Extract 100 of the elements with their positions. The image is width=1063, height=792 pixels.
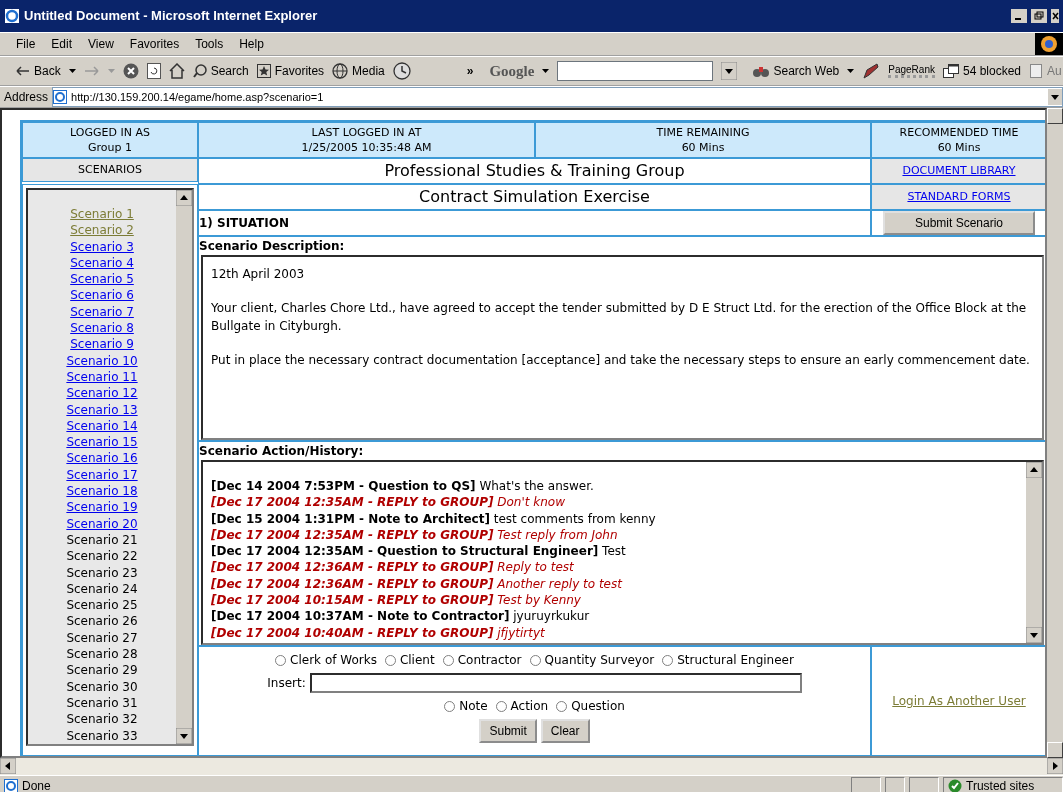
google-logo[interactable]: Google [489, 59, 535, 83]
star-icon [256, 64, 271, 78]
scenario-link[interactable]: Scenario 15 [66, 435, 138, 450]
history-entry: [Dec 17 2004 12:35AM - Question to Structural Engineer] Test [211, 543, 627, 560]
window-title: Untitled Document - Microsoft Internet Explorer [24, 7, 319, 26]
scenario-link[interactable]: Scenario 10 [66, 353, 138, 368]
browser-logo-icon [1035, 33, 1063, 55]
scenario-link[interactable]: Scenario 6 [70, 288, 134, 303]
pencil-icon[interactable] [862, 62, 881, 80]
restore-icon[interactable] [1031, 9, 1047, 23]
scenario-link[interactable]: Scenario 18 [66, 484, 138, 499]
status-pane [851, 777, 881, 792]
back-button[interactable]: Back [16, 62, 61, 80]
search-field[interactable] [557, 61, 714, 81]
submit-scenario-button[interactable]: Submit Scenario [883, 211, 1035, 235]
radio-button[interactable] [529, 654, 541, 666]
menu-item[interactable]: Help [239, 35, 264, 53]
scenario-item: Scenario 22 [66, 549, 138, 564]
radio-button[interactable] [275, 654, 287, 666]
scenario-link[interactable]: Scenario 5 [70, 272, 134, 287]
scenario-link[interactable]: Scenario 12 [66, 386, 138, 401]
history-entry: [Dec 17 2004 12:36AM - REPLY to GROUP] Reply to test [211, 559, 575, 576]
header-value: 60 Mins [680, 140, 726, 155]
scenario-link[interactable]: Scenario 2 [70, 223, 134, 238]
menu-item[interactable]: View [88, 35, 114, 53]
caret-icon[interactable] [542, 69, 550, 73]
caret-icon[interactable] [847, 69, 855, 73]
radio-label: Client [399, 652, 435, 669]
form-button[interactable]: Clear [540, 719, 590, 743]
scroll-right-icon [1047, 758, 1063, 774]
scenario-link[interactable]: Scenario 1 [70, 207, 134, 221]
checkmark-icon [948, 778, 962, 792]
scenario-link[interactable]: Scenario 4 [70, 255, 134, 270]
radio-button[interactable] [495, 700, 507, 712]
insert-label: Insert: [267, 675, 306, 692]
scenario-link[interactable]: Scenario 7 [70, 304, 134, 319]
scenario-link[interactable]: Scenario 9 [70, 337, 134, 352]
menu-item[interactable]: Favorites [129, 35, 180, 53]
scenario-link[interactable]: Scenario 3 [70, 239, 134, 254]
home-icon[interactable] [168, 63, 185, 79]
minimize-icon[interactable] [1011, 9, 1027, 23]
radio-button[interactable] [384, 654, 396, 666]
security-zone: Trusted sites [966, 777, 1035, 792]
menu-item[interactable]: Tools [195, 35, 224, 53]
login-link[interactable]: Login As Another User [892, 692, 1026, 710]
scenario-link[interactable]: Scenario 13 [66, 402, 138, 417]
caret-icon[interactable] [68, 69, 76, 73]
section-heading: 1) SITUATION [199, 215, 289, 232]
search-web-button[interactable]: Search Web [753, 62, 840, 80]
stop-icon[interactable] [122, 63, 139, 79]
scrollbar[interactable] [176, 190, 192, 744]
globe-icon [332, 63, 349, 79]
history-entry: [Dec 17 2004 12:35AM - REPLY to GROUP] Test reply from John [211, 526, 619, 544]
header-label: LOGGED IN AS [69, 125, 151, 140]
description-text: Your client, Charles Chore Ltd., have agreed to accept the tender submitted by D E Struct Ltd. for the erection of the Office Block at the Bullgate in Cityburgh. [211, 300, 1028, 335]
radio-label: Note [459, 698, 488, 715]
scenario-link[interactable]: Scenario 14 [66, 418, 138, 433]
refresh-icon[interactable] [146, 63, 161, 79]
chevron-button[interactable]: » [466, 62, 474, 80]
scrollbar[interactable] [1026, 462, 1042, 643]
media-button[interactable]: Media [332, 62, 385, 80]
header-label: TIME REMAINING [655, 125, 751, 140]
scenario-item: Scenario 24 [66, 581, 138, 596]
scenario-link[interactable]: Scenario 20 [66, 516, 138, 531]
radio-button[interactable] [444, 700, 456, 712]
radio-label: Action [510, 698, 549, 715]
ie-logo-icon [4, 8, 20, 24]
section-heading: Scenario Description: [199, 238, 346, 255]
radio-button[interactable] [442, 654, 454, 666]
form-button[interactable]: Submit [479, 719, 537, 743]
radio-label: Quantity Surveyor [544, 652, 655, 669]
menu-item[interactable]: Edit [51, 35, 73, 53]
page-icon [53, 90, 68, 104]
scenario-link[interactable]: Scenario 16 [66, 451, 138, 466]
favorites-button[interactable]: Favorites [256, 62, 325, 80]
radio-button[interactable] [662, 654, 674, 666]
clock-icon[interactable] [392, 62, 411, 80]
scenario-item: Scenario 28 [66, 647, 138, 661]
header-value: Group 1 [87, 140, 133, 155]
scenario-link[interactable]: Scenario 19 [66, 500, 138, 515]
scenario-link[interactable]: Scenario 11 [66, 369, 138, 384]
status-pane [909, 777, 939, 792]
menu-item[interactable]: File [16, 35, 36, 53]
scenario-link[interactable]: Scenario 17 [66, 467, 138, 482]
scrollbar[interactable] [0, 758, 1063, 775]
address-label: Address [4, 89, 49, 106]
dropdown-arrow-icon[interactable] [721, 62, 738, 80]
close-icon[interactable] [1051, 9, 1059, 23]
popup-blocker-button[interactable]: 54 blocked [942, 62, 1021, 80]
history-entry: [Dec 17 2004 10:37AM - Note to Contractor] jyuruyrkukur [211, 608, 591, 625]
address-field[interactable]: http://130.159.200.14/egame/home.asp?scenario=1 [52, 87, 1063, 107]
header-value: 1/25/2005 10:35:48 AM [300, 140, 433, 155]
radio-button[interactable] [556, 700, 568, 712]
page-subtitle: Contract Simulation Exercise [419, 187, 650, 206]
scenario-item: Scenario 29 [66, 663, 138, 678]
scenario-link[interactable]: Scenario 8 [70, 321, 134, 336]
insert-field[interactable] [309, 673, 802, 693]
history-entry: [Dec 17 2004 12:35AM - REPLY to GROUP] Don't know [211, 494, 566, 511]
header-label: LAST LOGGED IN AT [310, 125, 423, 140]
search-button[interactable]: Search [192, 62, 249, 80]
